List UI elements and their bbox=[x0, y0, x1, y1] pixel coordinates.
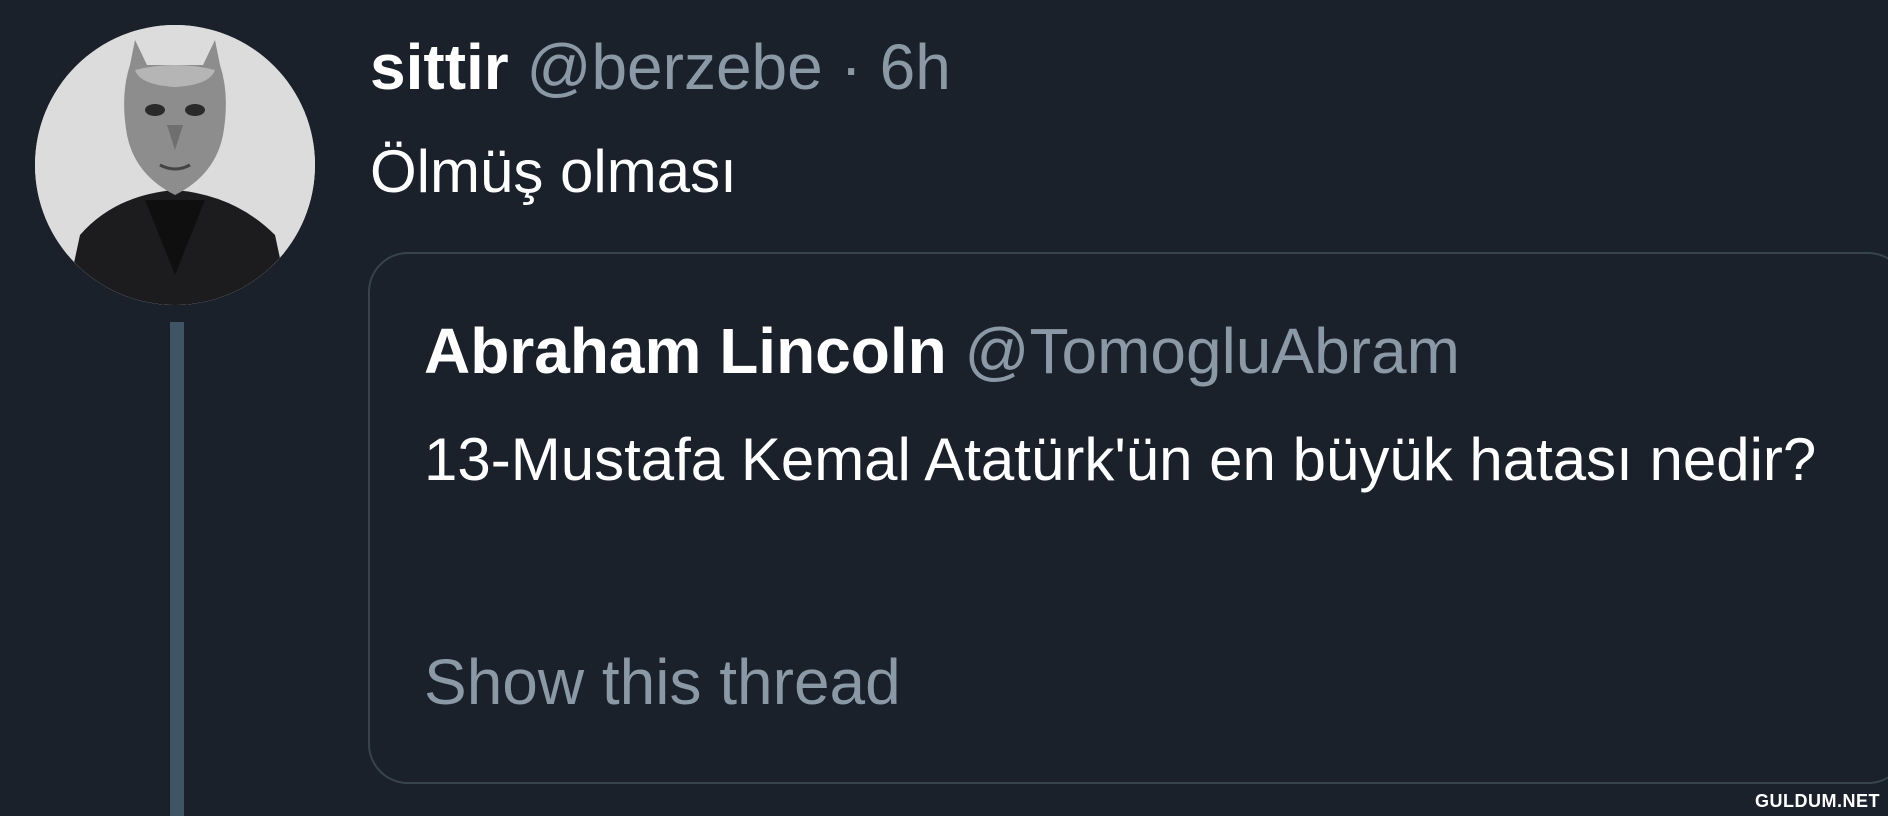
quoted-user-handle: @TomogluAbram bbox=[964, 315, 1460, 387]
tweet-text: Ölmüş olması bbox=[370, 138, 737, 205]
timestamp[interactable]: 6h bbox=[880, 31, 951, 103]
display-name[interactable]: sittir bbox=[370, 31, 509, 103]
show-thread-link[interactable]: Show this thread bbox=[424, 637, 901, 727]
thread-line bbox=[170, 322, 184, 816]
avatar[interactable] bbox=[35, 25, 315, 305]
user-handle[interactable]: @berzebe bbox=[526, 31, 822, 103]
quoted-tweet-card[interactable]: Abraham Lincoln @TomogluAbram 13-Mustafa… bbox=[368, 252, 1888, 784]
quoted-tweet-header: Abraham Lincoln @TomogluAbram bbox=[424, 306, 1460, 396]
separator-dot: · bbox=[840, 31, 862, 103]
quoted-tweet-text: 13-Mustafa Kemal Atatürk'ün en büyük hat… bbox=[424, 426, 1817, 493]
watermark: GULDUM.NET bbox=[1755, 791, 1880, 811]
tweet-header: sittir @berzebe · 6h bbox=[370, 22, 951, 112]
quoted-display-name: Abraham Lincoln bbox=[424, 315, 947, 387]
